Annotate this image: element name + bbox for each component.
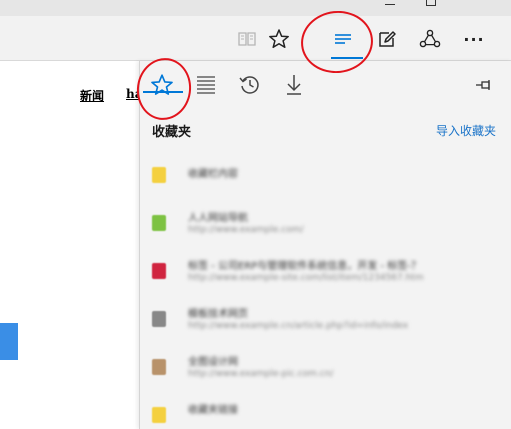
list-item[interactable]: 模板技术网页 http://www.example.cn/article.php… — [140, 299, 511, 343]
minimize-button[interactable] — [378, 0, 402, 12]
reading-view-button[interactable] — [233, 25, 261, 53]
site-favicon — [152, 311, 166, 327]
star-icon — [269, 29, 289, 49]
pin-icon — [476, 80, 490, 90]
tab-favorites[interactable] — [144, 67, 180, 103]
folder-icon — [152, 407, 166, 423]
web-note-button[interactable] — [373, 25, 401, 53]
pin-pane-button[interactable] — [466, 67, 502, 103]
add-favorite-button[interactable] — [265, 25, 293, 53]
reading-list-icon — [197, 76, 215, 94]
book-icon — [238, 32, 256, 46]
pen-note-icon — [379, 31, 396, 47]
tab-history[interactable] — [232, 67, 268, 103]
web-page-content: 新闻 hao — [0, 61, 140, 429]
favorite-title: 标签 - 公司ERP与管理软件系统信息，开发 - 标签-？ — [188, 261, 421, 272]
share-icon — [419, 29, 441, 48]
favorite-title: 全图设计网 — [188, 357, 238, 368]
list-item[interactable]: 标签 - 公司ERP与管理软件系统信息，开发 - 标签-？ http://www… — [140, 251, 511, 295]
favorite-title: 收藏栏内容 — [188, 169, 238, 180]
hub-panel: 收藏夹 导入收藏夹 收藏栏内容 人人网站导航 http://www.exampl… — [139, 61, 511, 429]
restore-icon — [426, 0, 436, 6]
maximize-button[interactable] — [418, 0, 442, 12]
hub-button[interactable] — [329, 25, 357, 53]
title-bar — [0, 0, 511, 16]
list-item[interactable]: 人人网站导航 http://www.example.com/ — [140, 203, 511, 247]
download-icon — [287, 75, 301, 95]
favorites-tab-indicator — [143, 91, 183, 93]
favorite-url: http://www.example.com/ — [188, 225, 304, 235]
browser-window: ··· 新闻 hao — [0, 0, 511, 429]
favorite-url: http://www.example-pic.com.cn/ — [188, 369, 334, 379]
import-favorites-link[interactable]: 导入收藏夹 — [436, 122, 496, 139]
share-button[interactable] — [416, 25, 444, 53]
hao-link[interactable]: hao — [126, 87, 140, 101]
favorite-url: http://www.example.cn/article.php?id=inf… — [188, 321, 409, 331]
list-item[interactable]: 收藏栏内容 — [140, 155, 511, 199]
favorite-title: 人人网站导航 — [188, 213, 248, 224]
browser-toolbar: ··· — [0, 16, 511, 61]
site-favicon — [152, 359, 166, 375]
news-link[interactable]: 新闻 — [80, 87, 104, 104]
more-button[interactable]: ··· — [460, 25, 488, 53]
favorite-url: http://www.example-site.com/list/item/12… — [188, 273, 424, 283]
hub-active-indicator — [331, 57, 363, 59]
folder-icon — [152, 167, 166, 183]
list-item[interactable]: 收藏夹链接 — [140, 395, 511, 429]
hub-lines-icon — [335, 34, 351, 44]
page-button-fragment[interactable] — [0, 323, 18, 360]
history-icon — [239, 76, 259, 94]
tab-downloads[interactable] — [276, 67, 312, 103]
list-item[interactable]: 全图设计网 http://www.example-pic.com.cn/ — [140, 347, 511, 391]
site-favicon — [152, 215, 166, 231]
minimize-icon — [385, 4, 395, 5]
ellipsis-icon: ··· — [463, 29, 485, 49]
star-icon — [151, 74, 173, 95]
site-favicon — [152, 263, 166, 279]
favorite-title: 模板技术网页 — [188, 309, 248, 320]
favorites-title: 收藏夹 — [152, 125, 192, 140]
favorite-title: 收藏夹链接 — [188, 405, 238, 416]
tab-reading-list[interactable] — [188, 67, 224, 103]
